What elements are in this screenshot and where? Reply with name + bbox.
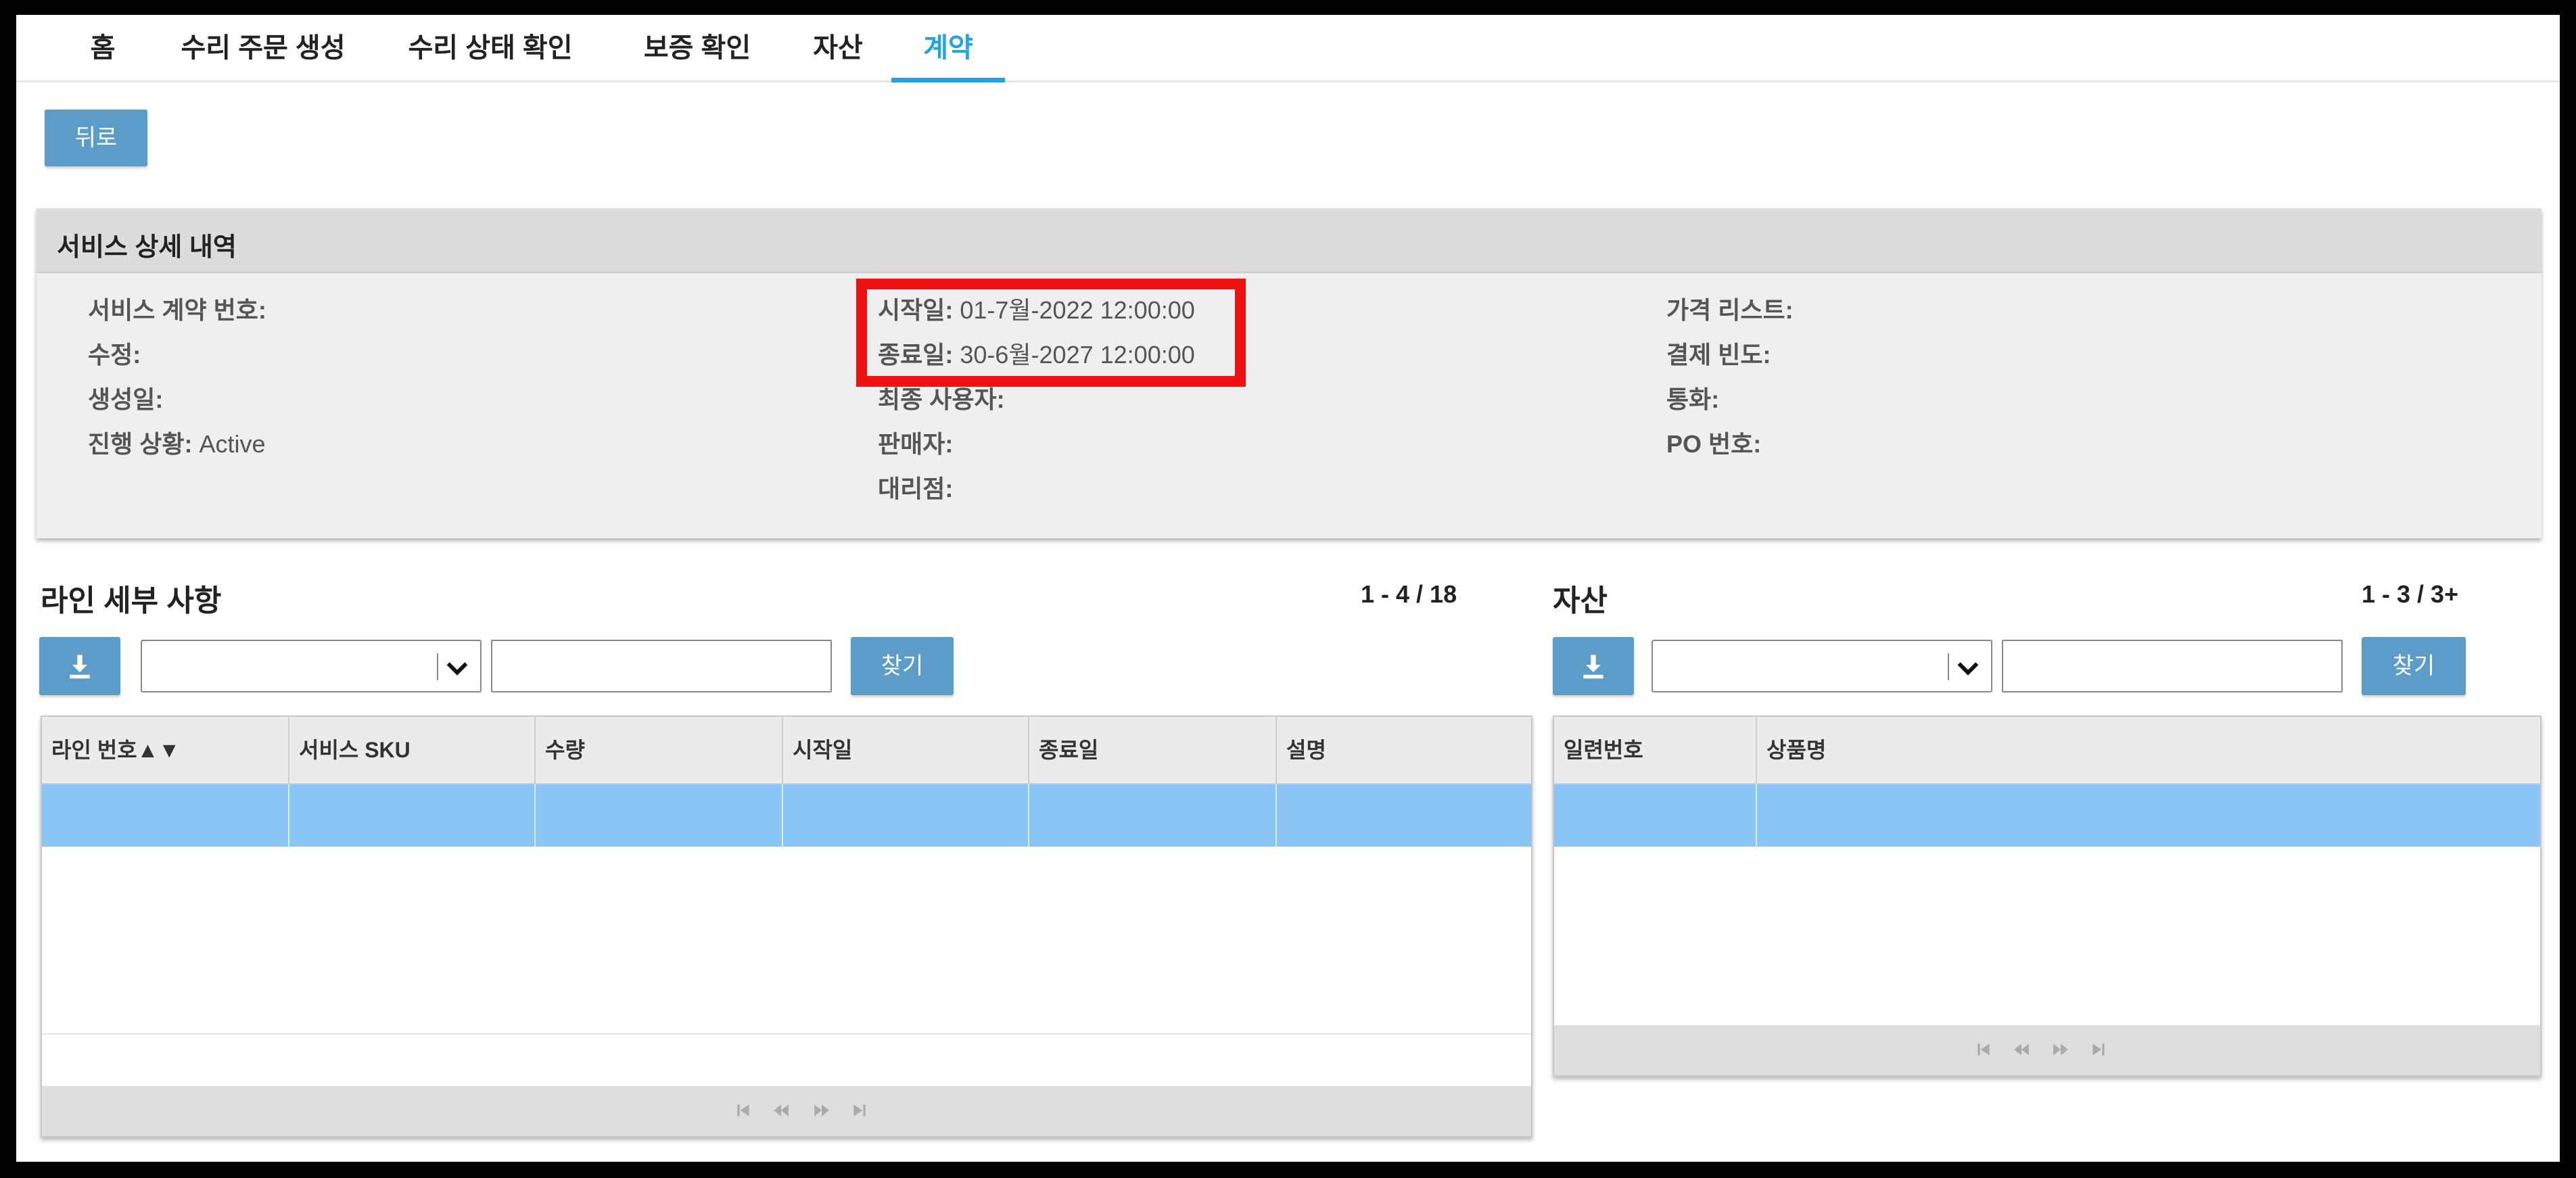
download-icon xyxy=(70,655,90,679)
select-divider xyxy=(437,653,438,680)
assets-filter-select[interactable] xyxy=(1652,640,1992,692)
line-details-grid: 라인 번호▲▼ 서비스 SKU 수량 시작일 종료일 설명 xyxy=(41,715,1532,1137)
col-end-date[interactable]: 종료일 xyxy=(1029,717,1277,783)
line-search-button[interactable]: 찾기 xyxy=(851,637,954,695)
created-date-field: 생성일: xyxy=(88,380,163,415)
assets-title: 자산 xyxy=(1553,584,1608,617)
col-product-name[interactable]: 상품명 xyxy=(1757,717,2540,783)
tab-repair-status[interactable]: 수리 상태 확인 xyxy=(385,15,595,83)
table-cell xyxy=(536,784,783,847)
end-user-field: 최종 사용자: xyxy=(878,380,1005,415)
seller-label: 판매자: xyxy=(878,430,954,458)
first-page-icon[interactable] xyxy=(1975,1041,1992,1058)
col-service-sku[interactable]: 서비스 SKU xyxy=(289,717,536,783)
tab-home[interactable]: 홈 xyxy=(62,15,143,83)
table-cell xyxy=(783,784,1029,847)
assets-search-input[interactable] xyxy=(2002,640,2343,692)
table-cell xyxy=(1554,784,1757,847)
price-list-field: 가격 리스트: xyxy=(1666,291,1794,326)
assets-download-button[interactable] xyxy=(1553,637,1634,695)
status-label: 진행 상황: xyxy=(88,430,193,458)
assets-search-button[interactable]: 찾기 xyxy=(2362,637,2466,695)
line-filter-select[interactable] xyxy=(141,640,482,692)
assets-counter: 1 - 3 / 3+ xyxy=(2362,580,2459,608)
top-nav: 홈 수리 주문 생성 수리 상태 확인 보증 확인 자산 계약 xyxy=(16,15,2560,83)
panel-title: 서비스 상세 내역 xyxy=(57,233,237,262)
table-cell xyxy=(42,784,289,847)
end-date-label: 종료일: xyxy=(878,341,954,369)
created-date-label: 생성일: xyxy=(88,385,164,413)
start-date-label: 시작일: xyxy=(878,296,954,324)
first-page-icon[interactable] xyxy=(734,1102,752,1119)
line-pager xyxy=(42,1086,1531,1136)
start-date-field: 시작일: 01-7월-2022 12:00:00 xyxy=(878,291,1195,326)
start-date-value: 01-7월-2022 12:00:00 xyxy=(960,296,1195,324)
line-details-title: 라인 세부 사항 xyxy=(41,584,222,617)
end-date-value: 30-6월-2027 12:00:00 xyxy=(960,341,1195,369)
assets-pager xyxy=(1554,1025,2540,1075)
chevron-down-icon xyxy=(1957,662,1979,676)
line-details-counter: 1 - 4 / 18 xyxy=(1361,580,1457,608)
contract-number-label: 서비스 계약 번호: xyxy=(88,296,266,324)
table-cell xyxy=(1029,784,1277,847)
prev-page-icon[interactable] xyxy=(772,1102,790,1119)
download-icon xyxy=(1583,655,1603,679)
reseller-field: 대리점: xyxy=(878,469,953,504)
last-page-icon[interactable] xyxy=(2090,1041,2107,1058)
table-cell xyxy=(289,784,536,847)
last-page-icon[interactable] xyxy=(851,1102,868,1119)
tab-contract[interactable]: 계약 xyxy=(891,15,1005,83)
status-field: 진행 상황: Active xyxy=(88,425,266,460)
billing-frequency-field: 결제 빈도: xyxy=(1666,335,1771,371)
col-description[interactable]: 설명 xyxy=(1277,717,1531,783)
table-row[interactable] xyxy=(42,784,1531,847)
contract-number-field: 서비스 계약 번호: xyxy=(88,291,266,326)
grid-divider xyxy=(42,1033,1531,1035)
prev-page-icon[interactable] xyxy=(2013,1041,2030,1058)
end-user-label: 최종 사용자: xyxy=(878,385,1005,413)
next-page-icon[interactable] xyxy=(2052,1041,2069,1058)
col-serial-number[interactable]: 일련번호 xyxy=(1554,717,1757,783)
line-download-button[interactable] xyxy=(39,637,120,695)
po-number-label: PO 번호: xyxy=(1666,430,1762,458)
next-page-icon[interactable] xyxy=(813,1102,830,1119)
col-line-number[interactable]: 라인 번호▲▼ xyxy=(42,717,289,783)
back-button[interactable]: 뒤로 xyxy=(45,110,147,166)
price-list-label: 가격 리스트: xyxy=(1666,296,1794,324)
currency-field: 통화: xyxy=(1666,380,1719,415)
tab-assets[interactable]: 자산 xyxy=(794,15,882,83)
currency-label: 통화: xyxy=(1666,385,1720,413)
col-start-date[interactable]: 시작일 xyxy=(783,717,1029,783)
chevron-down-icon xyxy=(446,662,468,676)
tab-create-repair-order[interactable]: 수리 주문 생성 xyxy=(158,15,368,83)
end-date-field: 종료일: 30-6월-2027 12:00:00 xyxy=(878,335,1195,371)
tab-warranty-check[interactable]: 보증 확인 xyxy=(613,15,782,83)
assets-grid: 일련번호 상품명 xyxy=(1553,715,2542,1077)
grid-header: 라인 번호▲▼ 서비스 SKU 수량 시작일 종료일 설명 xyxy=(42,717,1531,784)
col-quantity[interactable]: 수량 xyxy=(536,717,783,783)
service-details-panel: 서비스 상세 내역 서비스 계약 번호: 수정: 생성일: 진행 상황: Act… xyxy=(37,208,2542,538)
po-number-field: PO 번호: xyxy=(1666,425,1761,460)
status-value: Active xyxy=(199,430,266,458)
table-row[interactable] xyxy=(1554,784,2540,847)
grid-header: 일련번호 상품명 xyxy=(1554,717,2540,784)
select-divider xyxy=(1948,653,1949,680)
revision-label: 수정: xyxy=(88,341,141,369)
app-window: 홈 수리 주문 생성 수리 상태 확인 보증 확인 자산 계약 뒤로 서비스 상… xyxy=(16,15,2560,1162)
panel-header: 서비스 상세 내역 xyxy=(37,208,2542,273)
revision-field: 수정: xyxy=(88,335,141,371)
seller-field: 판매자: xyxy=(878,425,953,460)
reseller-label: 대리점: xyxy=(878,475,954,502)
line-search-input[interactable] xyxy=(491,640,832,692)
billing-frequency-label: 결제 빈도: xyxy=(1666,341,1771,369)
